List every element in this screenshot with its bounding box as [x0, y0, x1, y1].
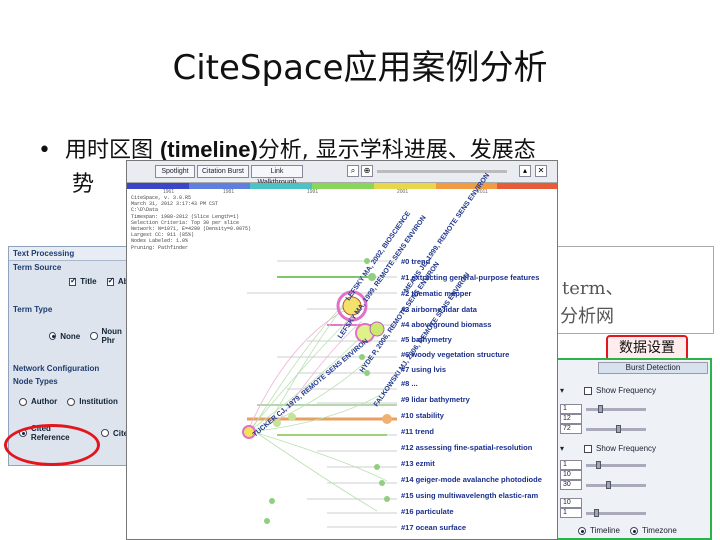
- param-slider-3[interactable]: [586, 460, 646, 469]
- timezone-radio[interactable]: [629, 526, 638, 535]
- cluster-label[interactable]: #14 geiger-mode avalanche photodiode: [401, 475, 542, 484]
- param-input-1[interactable]: 1: [560, 404, 582, 414]
- institution-radio[interactable]: [67, 397, 76, 406]
- cluster-label[interactable]: #5 bathymetry: [401, 335, 452, 344]
- noun-phrase-radio[interactable]: [90, 332, 98, 340]
- node-types-label: Node Types: [13, 377, 58, 386]
- cluster-label[interactable]: #13 ezmit: [401, 459, 435, 468]
- cluster-label[interactable]: #4 aboveground biomass: [401, 320, 491, 329]
- show-frequency-label-2: Show Frequency: [596, 444, 657, 453]
- timeline-label: Timeline: [590, 526, 620, 535]
- cluster-label[interactable]: #10 stability: [401, 411, 444, 420]
- param-input-8[interactable]: 1: [560, 508, 582, 518]
- author-label: Author: [31, 397, 58, 406]
- none-radio[interactable]: [49, 332, 57, 340]
- param-slider-2[interactable]: [586, 424, 646, 433]
- network-text: 分析网: [560, 306, 614, 327]
- panel-header: Text Processing: [9, 247, 143, 261]
- dropdown-arrow-icon[interactable]: ▾: [560, 386, 580, 395]
- cluster-label[interactable]: #0 trend: [401, 257, 430, 266]
- param-slider-5[interactable]: [586, 508, 646, 517]
- param-slider-4[interactable]: [586, 480, 646, 489]
- cluster-label[interactable]: #8 ...: [401, 379, 418, 388]
- cluster-label[interactable]: #17 ocean surface: [401, 523, 466, 532]
- bullet-dot-icon: •: [38, 138, 51, 163]
- burst-detection-panel: Burst Detection ▾ Show Frequency 1 12 72…: [556, 358, 712, 540]
- network-config-label: Network Configuration: [13, 364, 100, 373]
- param-input-6[interactable]: 30: [560, 480, 582, 490]
- cluster-label[interactable]: #7 using lvis: [401, 365, 446, 374]
- cluster-label[interactable]: #6 woody vegetation structure: [401, 350, 509, 359]
- term-type-label: Term Type: [13, 305, 53, 314]
- title-checkbox[interactable]: [69, 276, 77, 286]
- param-slider-1[interactable]: [586, 404, 646, 413]
- timeline-visualization: Spotlight Citation Burst Link Walkthroug…: [126, 160, 558, 540]
- cluster-label[interactable]: #9 lidar bathymetry: [401, 395, 470, 404]
- cluster-label[interactable]: #2 thematic mapper: [401, 289, 471, 298]
- param-input-5[interactable]: 10: [560, 470, 582, 480]
- bullet-bold: (timeline): [159, 137, 258, 162]
- slide-title: CiteSpace应用案例分析: [172, 48, 548, 88]
- param-input-3[interactable]: 72: [560, 424, 582, 434]
- cluster-label[interactable]: #16 particulate: [401, 507, 454, 516]
- cluster-label[interactable]: #12 assessing fine-spatial-resolution: [401, 443, 532, 452]
- show-frequency-label-1: Show Frequency: [596, 386, 657, 395]
- none-label: None: [60, 331, 81, 341]
- param-input-2[interactable]: 12: [560, 414, 582, 424]
- param-input-4[interactable]: 1: [560, 460, 582, 470]
- timezone-label: Timezone: [641, 526, 677, 535]
- cluster-label[interactable]: #3 airborne lidar data: [401, 305, 477, 314]
- abstract-checkbox[interactable]: [106, 276, 115, 286]
- cluster-label[interactable]: #1 extracting general-purpose features: [401, 273, 539, 282]
- term-text: term、: [562, 278, 624, 299]
- param-input-7[interactable]: 10: [560, 498, 582, 508]
- highlight-ellipse: [4, 424, 100, 466]
- cited-author-radio[interactable]: [101, 429, 109, 437]
- term-source-label: Term Source: [13, 263, 62, 272]
- institution-label: Institution: [79, 397, 118, 406]
- burst-detection-tab[interactable]: Burst Detection: [598, 362, 708, 374]
- timeline-radio[interactable]: [578, 526, 586, 535]
- show-frequency-checkbox-1[interactable]: [584, 386, 592, 395]
- cluster-label[interactable]: #11 trend: [401, 427, 434, 436]
- title-label: Title: [80, 277, 97, 286]
- dropdown-arrow-icon-2[interactable]: ▾: [560, 444, 580, 453]
- show-frequency-checkbox-2[interactable]: [584, 444, 592, 453]
- author-radio[interactable]: [19, 397, 27, 406]
- cluster-label[interactable]: #15 using multiwavelength elastic-ram: [401, 491, 538, 500]
- bullet-continuation: 势: [72, 172, 95, 197]
